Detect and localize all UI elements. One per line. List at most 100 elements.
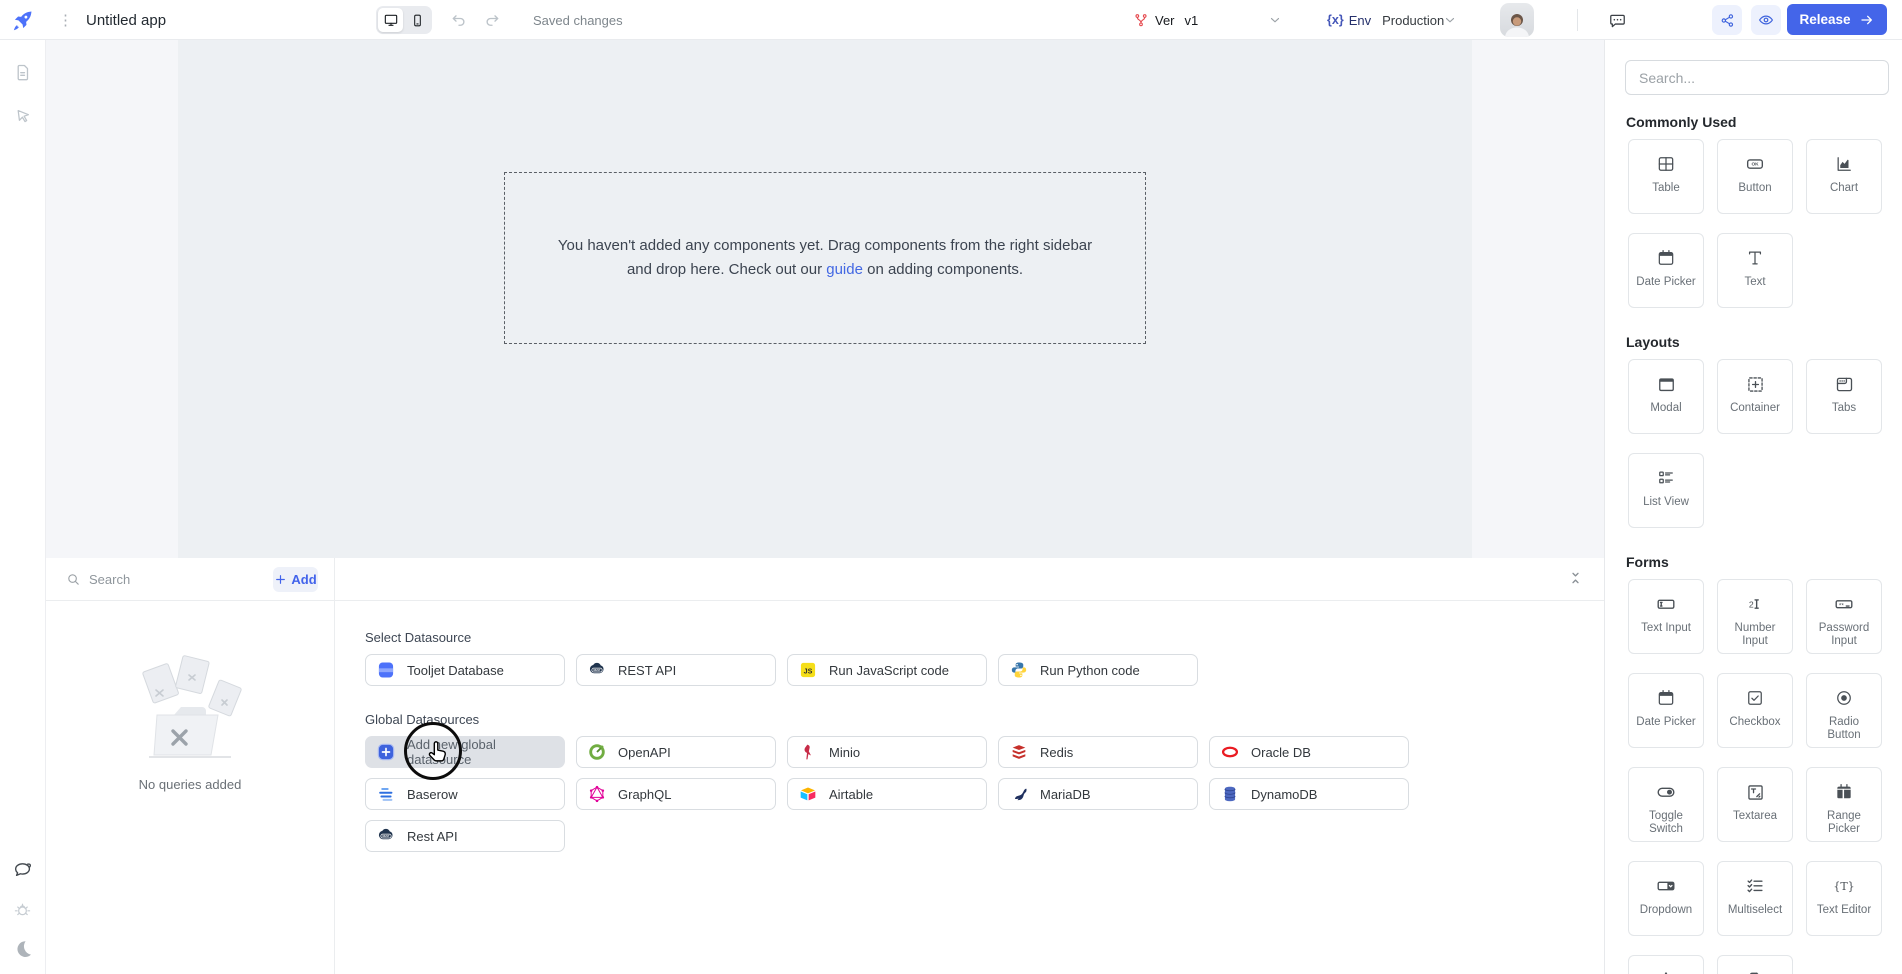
list-view-icon	[1656, 467, 1676, 489]
widget-card-toggle-switch[interactable]: Toggle Switch	[1628, 767, 1704, 842]
canvas-empty-dropzone: You haven't added any components yet. Dr…	[504, 172, 1146, 344]
arrow-right-icon	[1859, 12, 1875, 28]
comments-icon[interactable]	[1608, 0, 1627, 40]
tooljet-logo-icon[interactable]	[10, 0, 36, 40]
redo-button[interactable]	[483, 0, 501, 40]
datasource-label: Airtable	[829, 787, 873, 802]
datasource-redis-button[interactable]: Redis	[998, 736, 1198, 768]
datasource-rest-api-button[interactable]: RESTREST API	[576, 654, 776, 686]
add-query-button[interactable]: Add	[273, 567, 318, 592]
date-picker-icon	[1656, 687, 1676, 709]
datasource-add-new-global-datasource-button[interactable]: Add new global datasource	[365, 736, 565, 768]
datasource-label: Baserow	[407, 787, 458, 802]
inspector-cursor-icon[interactable]	[13, 107, 33, 127]
airtable-icon	[798, 784, 818, 804]
baserow-icon	[376, 784, 396, 804]
undo-button[interactable]	[450, 0, 468, 40]
widget-card-modal[interactable]: Modal	[1628, 359, 1704, 434]
version-chevron-down-icon[interactable]	[1268, 0, 1282, 40]
release-label: Release	[1799, 12, 1850, 27]
widget-label: Toggle Switch	[1629, 810, 1703, 835]
chat-icon[interactable]	[12, 859, 34, 881]
widget-card-table[interactable]: Table	[1628, 139, 1704, 214]
datasource-openapi-button[interactable]: OpenAPI	[576, 736, 776, 768]
preview-eye-button[interactable]	[1751, 5, 1781, 35]
datasource-minio-button[interactable]: Minio	[787, 736, 987, 768]
svg-text:OK: OK	[1751, 162, 1759, 168]
text-icon	[1745, 247, 1765, 269]
dark-mode-moon-icon[interactable]	[12, 938, 34, 960]
widget-card-date-picker[interactable]: Date Picker	[1628, 673, 1704, 748]
global-datasource-list: Add new global datasource OpenAPI Minio Red…	[365, 736, 1425, 852]
widget-card-range-picker[interactable]: Range Picker	[1806, 767, 1882, 842]
user-avatar[interactable]	[1500, 3, 1534, 37]
datasource-label: Run Python code	[1040, 663, 1140, 678]
global-datasource-label: Global Datasources	[365, 712, 1604, 727]
widget-search-input[interactable]	[1625, 60, 1889, 95]
datasource-mariadb-button[interactable]: MariaDB	[998, 778, 1198, 810]
openapi-icon	[587, 742, 607, 762]
datasource-run-javascript-code-button[interactable]: JSRun JavaScript code	[787, 654, 987, 686]
widget-card-checkbox[interactable]: Checkbox	[1717, 673, 1793, 748]
widget-card-text-editor[interactable]: {T}Text Editor	[1806, 861, 1882, 936]
guide-link[interactable]: guide	[826, 261, 863, 278]
widget-label: Textarea	[1729, 810, 1781, 823]
env-chevron-down-icon[interactable]	[1443, 0, 1457, 40]
widget-card-multiselect[interactable]: Multiselect	[1717, 861, 1793, 936]
share-button[interactable]	[1712, 5, 1742, 35]
app-title[interactable]: Untitled app	[86, 0, 166, 40]
widget-card-list-view[interactable]: List View	[1628, 453, 1704, 528]
mobile-layout-button[interactable]	[405, 8, 430, 32]
widget-card-password-input[interactable]: **Password Input	[1806, 579, 1882, 654]
rest-api-icon: REST	[376, 826, 396, 846]
env-x-icon: {x}	[1327, 13, 1344, 27]
query-list-empty-state: No queries added	[46, 601, 335, 974]
pages-icon[interactable]	[12, 62, 33, 83]
python-icon	[1009, 660, 1029, 680]
datasource-graphql-button[interactable]: GraphQL	[576, 778, 776, 810]
dropdown-icon	[1655, 875, 1677, 897]
widget-label: Date Picker	[1632, 276, 1699, 289]
datasource-dynamodb-button[interactable]: DynamoDB	[1209, 778, 1409, 810]
widget-card-dropdown[interactable]: Dropdown	[1628, 861, 1704, 936]
widget-card-file-picker[interactable]	[1717, 955, 1793, 974]
datasource-run-python-code-button[interactable]: Run Python code	[998, 654, 1198, 686]
collapse-query-panel-icon[interactable]	[1567, 568, 1584, 588]
datasource-baserow-button[interactable]: Baserow	[365, 778, 565, 810]
widget-card-date-picker[interactable]: Date Picker	[1628, 233, 1704, 308]
datasource-oracle-db-button[interactable]: Oracle DB	[1209, 736, 1409, 768]
widget-card-textarea[interactable]: Textarea	[1717, 767, 1793, 842]
widget-card-radio-button[interactable]: Radio Button	[1806, 673, 1882, 748]
app-canvas[interactable]: You haven't added any components yet. Dr…	[178, 40, 1472, 558]
widget-card-button[interactable]: OKButton	[1717, 139, 1793, 214]
desktop-layout-button[interactable]	[378, 8, 403, 32]
widget-card-text[interactable]: Text	[1717, 233, 1793, 308]
widget-card-container[interactable]: Container	[1717, 359, 1793, 434]
widget-card-star-rating[interactable]	[1628, 955, 1704, 974]
widget-card-chart[interactable]: Chart	[1806, 139, 1882, 214]
mariadb-icon	[1009, 784, 1029, 804]
environment-selector[interactable]: {x} Env Production	[1327, 0, 1444, 40]
rest-api-icon: REST	[587, 660, 607, 680]
release-button[interactable]: Release	[1787, 4, 1887, 35]
widget-card-number-input[interactable]: 2Number Input	[1717, 579, 1793, 654]
multiselect-icon	[1744, 875, 1766, 897]
datasource-rest-api-button[interactable]: RESTRest API	[365, 820, 565, 852]
app-menu-kebab-icon[interactable]: ⋮	[58, 0, 74, 40]
section-title: Forms	[1626, 554, 1887, 570]
datasource-tooljet-database-button[interactable]: Tooljet Database	[365, 654, 565, 686]
widget-label: Number Input	[1718, 622, 1792, 647]
minio-icon	[798, 742, 818, 762]
query-search-input[interactable]	[89, 572, 265, 587]
star-rating-icon	[1655, 969, 1677, 974]
version-icon	[1133, 12, 1149, 28]
widget-card-text-input[interactable]: Text Input	[1628, 579, 1704, 654]
widget-card-tabs[interactable]: Tabs	[1806, 359, 1882, 434]
range-picker-icon	[1834, 781, 1854, 803]
debugger-bug-icon[interactable]	[12, 899, 33, 920]
datasource-airtable-button[interactable]: Airtable	[787, 778, 987, 810]
widget-label: Radio Button	[1807, 716, 1881, 741]
version-selector[interactable]: Ver v1	[1133, 0, 1198, 40]
editor-background: You haven't added any components yet. Dr…	[46, 40, 1604, 558]
widget-label: Table	[1648, 182, 1684, 195]
